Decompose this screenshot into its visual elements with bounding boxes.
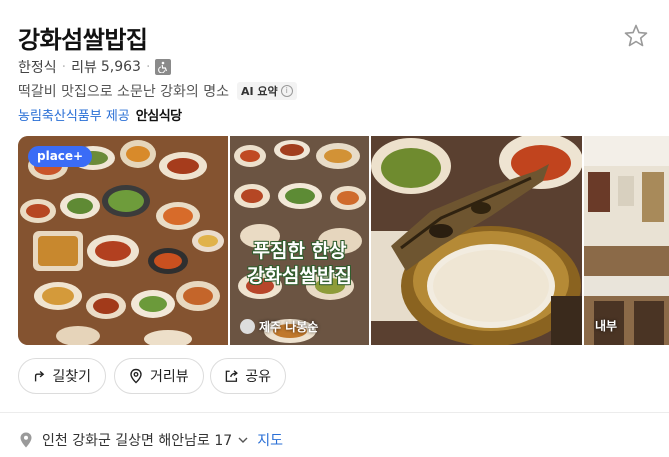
wheelchair-icon	[155, 59, 172, 75]
photo-grilled-fish[interactable]	[371, 136, 582, 345]
caption-line-2: 강화섬쌀밥집	[247, 265, 352, 287]
review-label[interactable]: 리뷰	[71, 57, 97, 77]
photo-food-spread[interactable]: place+	[18, 136, 228, 345]
category: 한정식	[18, 60, 57, 76]
route-label: 길찾기	[52, 369, 91, 385]
grilled-fish-image	[371, 136, 582, 345]
route-button[interactable]: 길찾기	[18, 358, 106, 394]
certification-badge: 안심식당	[135, 109, 182, 124]
photo-table-overlay[interactable]: 푸짐한 한상 강화섬쌀밥집 제주 나봉순	[230, 136, 369, 345]
certification-link[interactable]: 농림축산식품부 제공	[18, 105, 130, 124]
address-row: 인천 강화군 길상면 해안남로 17 지도	[19, 430, 283, 450]
map-link[interactable]: 지도	[257, 430, 283, 450]
avatar	[240, 319, 255, 334]
streetview-button[interactable]: 거리뷰	[114, 358, 204, 394]
food-spread-image	[18, 136, 228, 345]
photo-overlay-caption: 푸짐한 한상 강화섬쌀밥집	[230, 239, 369, 289]
location-pin-icon	[130, 368, 142, 384]
share-icon	[225, 370, 238, 382]
author-name: 제주 나봉순	[259, 320, 319, 334]
ai-summary-badge[interactable]: AI 요약 i	[237, 82, 297, 100]
photo-author: 제주 나봉순	[240, 318, 318, 335]
divider	[0, 412, 669, 413]
ai-summary-label: AI 요약	[241, 85, 278, 98]
separator-dot: ·	[61, 59, 67, 75]
chevron-down-icon	[238, 437, 248, 443]
route-arrow-icon	[34, 371, 45, 382]
place-plus-badge: place+	[28, 146, 93, 167]
share-button[interactable]: 공유	[210, 358, 286, 394]
review-count[interactable]: 5,963	[101, 59, 141, 75]
meta-row: 한정식 · 리뷰 5,963 ·	[18, 57, 172, 77]
photo-interior[interactable]: 내부	[584, 136, 669, 345]
separator-dot: ·	[145, 59, 151, 75]
share-label: 공유	[245, 369, 271, 385]
star-icon	[624, 24, 648, 47]
map-pin-icon	[20, 432, 32, 448]
streetview-label: 거리뷰	[150, 369, 189, 385]
interior-label: 내부	[595, 319, 618, 333]
place-title: 강화섬쌀밥집	[18, 26, 148, 54]
description: 떡갈비 맛집으로 소문난 강화의 명소	[18, 84, 229, 100]
info-icon: i	[280, 85, 293, 97]
address-expand-button[interactable]	[237, 434, 249, 446]
description-row: 떡갈비 맛집으로 소문난 강화의 명소 AI 요약 i	[18, 81, 297, 101]
address-text: 인천 강화군 길상면 해안남로 17	[42, 433, 233, 449]
certification-row: 농림축산식품부 제공 안심식당	[18, 105, 182, 124]
interior-image	[584, 136, 669, 345]
bookmark-star-button[interactable]	[622, 22, 650, 50]
caption-line-1: 푸짐한 한상	[252, 240, 347, 262]
